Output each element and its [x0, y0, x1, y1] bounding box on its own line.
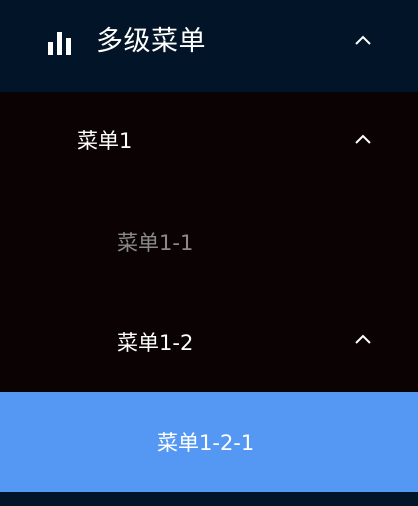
multi-level-menu: 多级菜单 菜单1 菜单1-1 菜单1-2 菜单1-2-1 — [0, 0, 418, 506]
menu-item-1-2-1-label: 菜单1-2-1 — [157, 431, 255, 455]
chevron-up-icon[interactable] — [354, 34, 372, 46]
menu-title: 多级菜单 — [96, 26, 206, 57]
bar-chart-icon — [48, 32, 71, 55]
chevron-up-icon[interactable] — [354, 333, 372, 345]
menu-item-1-1[interactable]: 菜单1-1 — [0, 192, 418, 292]
submenu-1[interactable]: 菜单1 — [0, 92, 418, 192]
submenu-1-label: 菜单1 — [77, 129, 133, 153]
menu-bottom-strip — [0, 492, 418, 506]
menu-header[interactable]: 多级菜单 — [0, 0, 418, 92]
chevron-up-icon[interactable] — [354, 133, 372, 145]
menu-item-1-2-1-active[interactable]: 菜单1-2-1 — [0, 392, 418, 492]
menu-item-1-1-label: 菜单1-1 — [117, 231, 194, 255]
submenu-1-2[interactable]: 菜单1-2 — [0, 292, 418, 392]
submenu-1-2-label: 菜单1-2 — [117, 331, 194, 355]
